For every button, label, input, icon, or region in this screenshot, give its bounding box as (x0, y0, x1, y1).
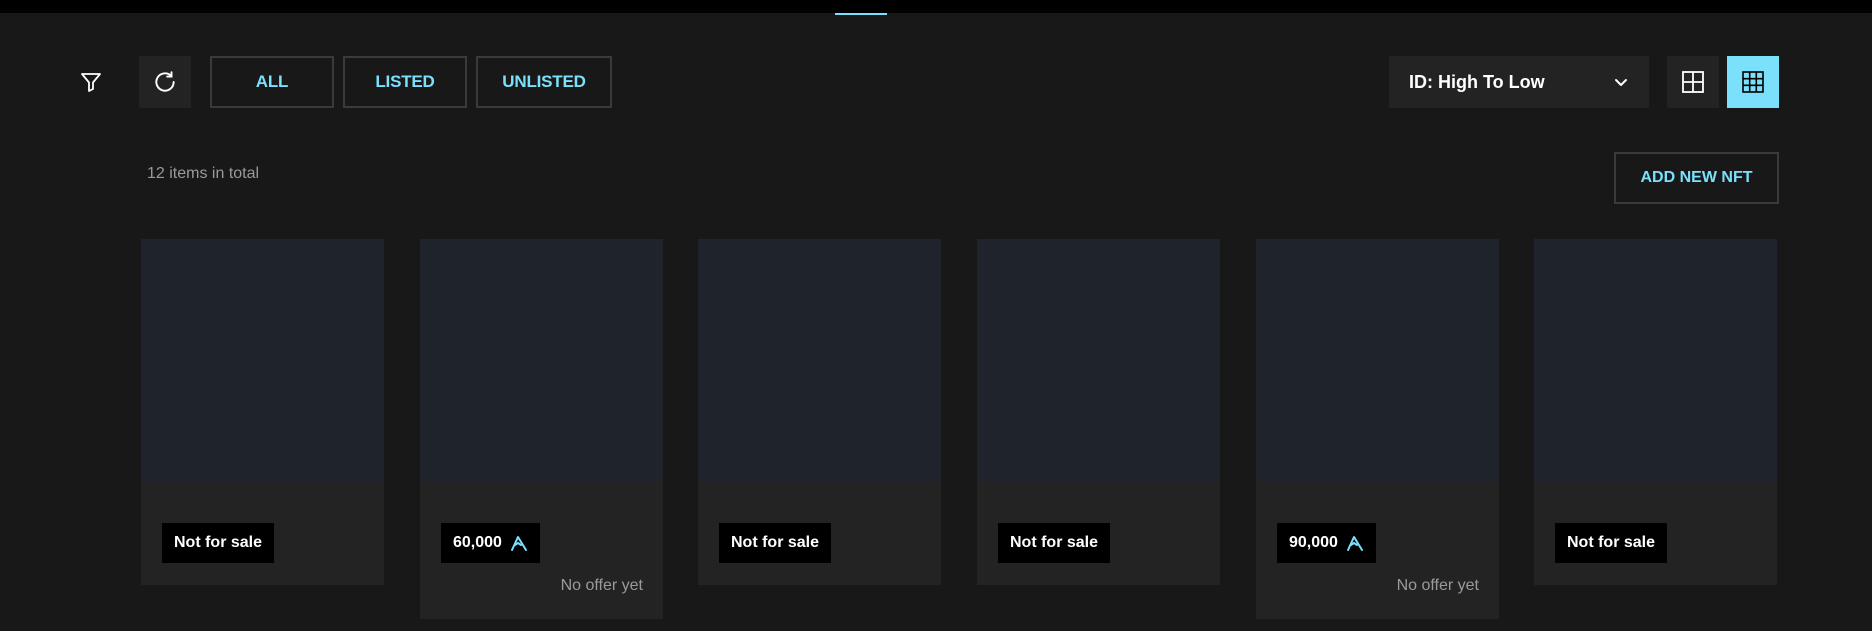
nft-card-image (141, 239, 384, 482)
view-grid-small-button[interactable] (1727, 56, 1779, 108)
nft-card[interactable]: Not for sale (698, 239, 941, 585)
nft-card-image (420, 239, 663, 482)
price-text: Not for sale (174, 534, 263, 551)
refresh-icon (155, 71, 175, 92)
price-tag: Not for sale (162, 523, 275, 563)
nft-card-image (977, 239, 1220, 482)
top-bar (0, 0, 1872, 13)
top-nav-active-indicator (835, 13, 887, 15)
price-text: 90,000 (1289, 534, 1338, 551)
filter-icon (81, 73, 101, 92)
currency-icon (510, 536, 527, 551)
tab-unlisted[interactable]: UNLISTED (476, 56, 612, 108)
chevron-down-icon (1615, 79, 1627, 86)
sort-select[interactable]: ID: High To Low (1389, 56, 1649, 108)
tab-listed[interactable]: LISTED (343, 56, 467, 108)
nft-card-image (1256, 239, 1499, 482)
nft-card-image (698, 239, 941, 482)
nft-card[interactable]: Not for sale (977, 239, 1220, 585)
price-text: Not for sale (1567, 534, 1656, 551)
price-text: Not for sale (1010, 534, 1099, 551)
price-tag: Not for sale (719, 523, 832, 563)
nft-card[interactable]: 60,000 No offer yet (420, 239, 663, 619)
offer-status: No offer yet (1396, 577, 1479, 594)
price-tag: Not for sale (1555, 523, 1668, 563)
nft-card[interactable]: 90,000 No offer yet (1256, 239, 1499, 619)
nft-card-image (1534, 239, 1777, 482)
price-text: 60,000 (453, 534, 502, 551)
grid-large-icon (1682, 71, 1704, 93)
price-tag: Not for sale (998, 523, 1111, 563)
tab-all[interactable]: ALL (210, 56, 334, 108)
filter-button[interactable] (65, 56, 117, 108)
price-tag: 60,000 (441, 523, 540, 563)
offer-status: No offer yet (560, 577, 643, 594)
currency-icon (1346, 536, 1363, 551)
grid-small-icon (1742, 71, 1764, 93)
add-new-nft-button[interactable]: ADD NEW NFT (1614, 152, 1779, 204)
nft-card[interactable]: Not for sale (1534, 239, 1777, 585)
nft-card[interactable]: Not for sale (141, 239, 384, 585)
price-tag: 90,000 (1277, 523, 1376, 563)
price-text: Not for sale (731, 534, 820, 551)
view-grid-large-button[interactable] (1667, 56, 1719, 108)
sort-select-value: ID: High To Low (1409, 71, 1545, 92)
items-total-count: 12 items in total (147, 165, 260, 182)
refresh-button[interactable] (139, 56, 191, 108)
